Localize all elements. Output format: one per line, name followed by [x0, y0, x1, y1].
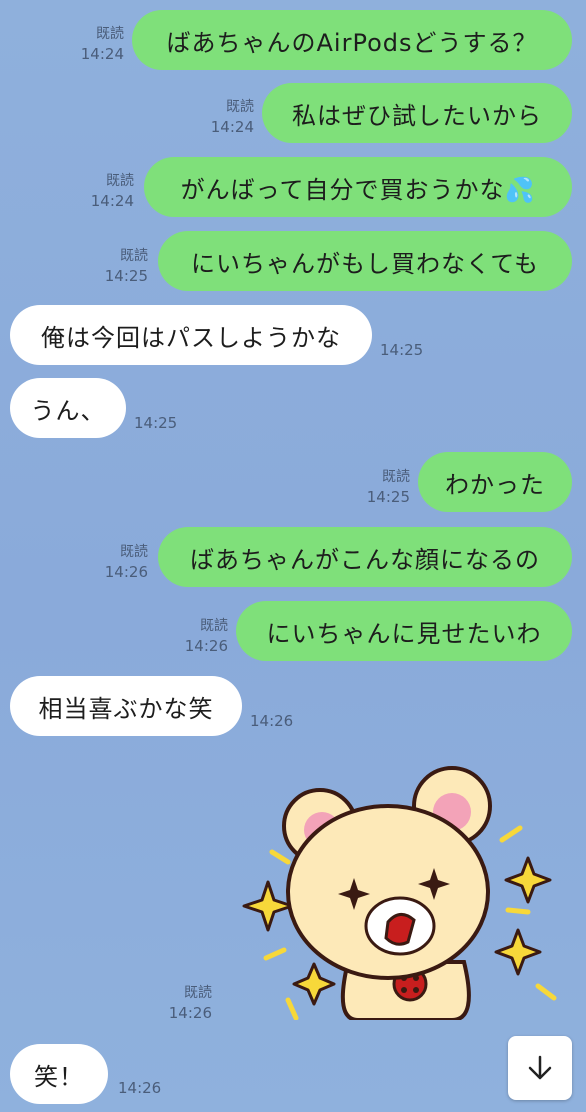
message-bubble[interactable]: 相当喜ぶかな笑: [10, 676, 242, 736]
message-meta: 既読 14:26: [86, 542, 148, 582]
message-meta: 既読 14:24: [192, 97, 254, 137]
message-meta: 既読 14:25: [348, 467, 410, 507]
message-time: 14:26: [184, 637, 228, 655]
message-time: 14:26: [168, 1004, 212, 1022]
read-status: 既読: [106, 173, 134, 189]
message-bubble[interactable]: ばあちゃんのAirPodsどうする？: [132, 10, 572, 70]
message-time: 14:25: [134, 414, 178, 432]
arrow-down-icon: [528, 1055, 552, 1080]
read-status: 既読: [120, 248, 148, 264]
read-status: 既読: [200, 618, 228, 634]
message-time: 14:24: [90, 192, 134, 210]
message-bubble[interactable]: 俺は今回はパスしようかな: [10, 305, 372, 365]
message-meta: 既読 14:24: [62, 24, 124, 64]
message-bubble[interactable]: 笑！: [10, 1044, 108, 1104]
read-status: 既読: [120, 544, 148, 560]
message-bubble[interactable]: わかった: [418, 452, 572, 512]
message-bubble[interactable]: うん、: [10, 378, 126, 438]
message-bubble[interactable]: にいちゃんに見せたいわ: [236, 601, 572, 661]
rilakkuma-sparkle-sticker[interactable]: [238, 762, 568, 1020]
read-status: 既読: [184, 985, 212, 1001]
message-time: 14:25: [104, 267, 148, 285]
message-time: 14:26: [104, 563, 148, 581]
message-time: 14:26: [250, 712, 294, 730]
message-meta: 既読 14:26: [166, 616, 228, 656]
message-time: 14:25: [366, 488, 410, 506]
message-meta: 既読 14:26: [150, 983, 212, 1023]
message-bubble[interactable]: がんばって自分で買おうかな💦: [144, 157, 572, 217]
message-time: 14:26: [118, 1079, 162, 1097]
scroll-to-bottom-button[interactable]: [508, 1036, 572, 1100]
message-bubble[interactable]: 私はぜひ試したいから: [262, 83, 572, 143]
read-status: 既読: [96, 26, 124, 42]
message-time: 14:24: [80, 45, 124, 63]
message-bubble[interactable]: ばあちゃんがこんな顔になるの: [158, 527, 572, 587]
message-meta: 既読 14:24: [72, 171, 134, 211]
read-status: 既読: [382, 469, 410, 485]
message-meta: 既読 14:25: [86, 246, 148, 286]
message-time: 14:24: [210, 118, 254, 136]
message-bubble[interactable]: にいちゃんがもし買わなくても: [158, 231, 572, 291]
read-status: 既読: [226, 99, 254, 115]
message-time: 14:25: [380, 341, 424, 359]
